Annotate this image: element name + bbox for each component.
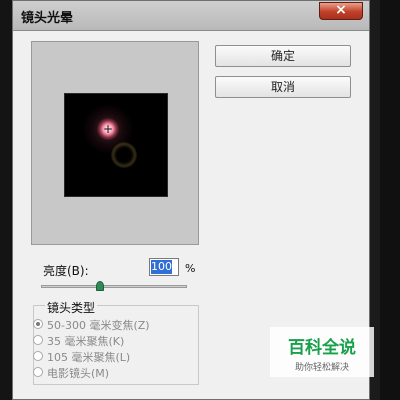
ok-button[interactable]: 确定 (215, 45, 351, 67)
brightness-value: 100 (151, 260, 172, 274)
preview-area: + (31, 41, 199, 245)
close-icon: × (335, 2, 347, 18)
lens-option-label: 电影镜头(M) (47, 367, 110, 380)
dialog-title: 镜头光晕 (21, 11, 74, 26)
lens-option-label: 105 毫米聚焦(L) (47, 351, 131, 364)
lens-type-title: 镜头类型 (45, 299, 98, 316)
watermark-main: 百科全说 (288, 338, 356, 358)
radio-movie[interactable] (33, 367, 43, 377)
lens-option-label: 35 毫米聚焦(K) (47, 335, 125, 348)
background-right (380, 0, 400, 400)
title-bar[interactable]: 镜头光晕 × (13, 1, 369, 31)
brightness-input[interactable]: 100 (149, 258, 179, 276)
cancel-button[interactable]: 取消 (215, 76, 351, 98)
radio-35mm[interactable] (33, 335, 43, 345)
watermark-sub: 助你轻松解决 (294, 363, 349, 373)
watermark-logo: 百科全说 助你轻松解决 (270, 327, 374, 377)
lens-option-label: 50-300 毫米变焦(Z) (47, 319, 150, 332)
radio-105mm[interactable] (33, 351, 43, 361)
close-button[interactable]: × (319, 2, 363, 20)
background-left (0, 0, 12, 400)
slider-thumb[interactable] (95, 281, 104, 291)
brightness-label: 亮度(B): (43, 264, 89, 278)
flare-preview[interactable]: + (65, 94, 167, 196)
percent-unit: % (185, 262, 196, 275)
brightness-slider[interactable] (41, 281, 187, 291)
flare-ring (111, 142, 137, 168)
crosshair-icon[interactable]: + (102, 123, 114, 135)
radio-zoom[interactable] (33, 319, 43, 329)
